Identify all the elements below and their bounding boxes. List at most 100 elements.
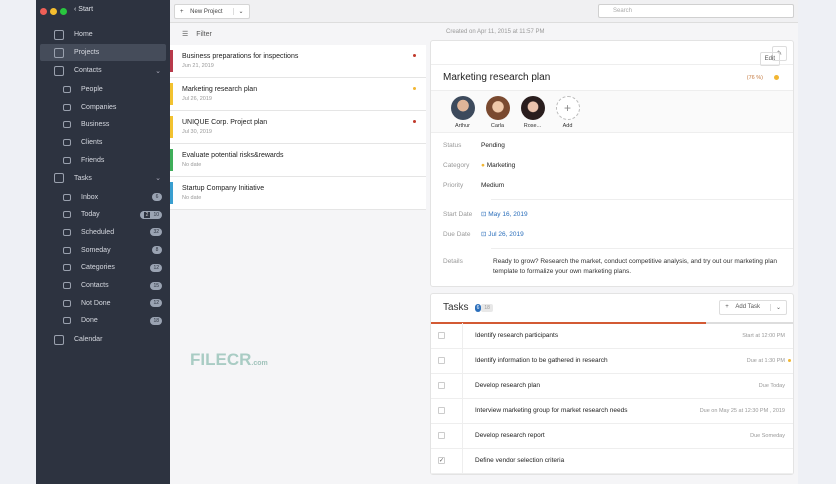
person-arthur[interactable]: Arthur [445,96,480,132]
chevron-down-icon[interactable]: ⌄ [769,303,786,311]
task-row[interactable]: Develop research report Due Someday [431,423,793,449]
priority-value[interactable]: Medium [481,182,504,189]
priority-dot [413,54,416,57]
task-checkbox[interactable] [438,432,445,440]
close-button[interactable] [40,8,47,15]
count-badge: 18 [150,316,162,325]
sidebar-item-categories[interactable]: Categories 12 [36,259,170,276]
edit-button[interactable]: ✎ Edit [759,46,787,66]
zoom-button[interactable] [60,8,67,15]
sidebar-item-label: Contacts [74,67,102,74]
start-date[interactable]: ⊡ May 16, 2019 [481,210,528,218]
sidebar-item-label: Scheduled [81,228,115,236]
count-badge: 15 [150,281,162,290]
project-item[interactable]: Startup Company Initiative No date [170,177,426,210]
task-name: Develop research plan [462,373,793,399]
sidebar-item-scheduled[interactable]: Scheduled 32 [36,224,170,241]
status-value[interactable]: Pending [481,142,505,149]
task-checkbox[interactable] [438,357,445,365]
calendar-icon: ⊡ [481,231,487,238]
task-checkbox[interactable] [438,382,445,390]
sidebar-item-label: Today [81,211,100,219]
add-person-button[interactable]: + Add [550,96,585,132]
add-task-button[interactable]: + Add Task ⌄ [719,299,787,315]
task-checkbox[interactable] [438,407,445,415]
people-icon [63,86,71,93]
sidebar-item-today[interactable]: Today 2 10 [36,206,170,223]
done-icon [63,317,71,325]
sidebar-item-inbox[interactable]: Inbox 6 [36,189,170,206]
task-row[interactable]: Identify research participants Start at 1… [431,323,793,349]
task-row[interactable]: ✓ Define vendor selection criteria [431,448,793,474]
filter-button[interactable]: ☰ Filter [170,23,426,45]
new-project-button[interactable]: + New Project ⌄ [174,4,250,19]
sidebar-item-label: Inbox [81,193,99,201]
color-bar [170,182,173,204]
tasks-icon [54,173,64,183]
task-name: Define vendor selection criteria [462,448,793,474]
sidebar-item-label: People [81,86,103,93]
scheduled-icon [63,228,71,236]
sidebar-item-done[interactable]: Done 18 [36,312,170,329]
sidebar-item-calendar[interactable]: Calendar [36,331,170,348]
sidebar-item-contacts[interactable]: Contacts ⌄ [36,62,170,79]
sidebar-item-clients[interactable]: Clients [36,134,170,151]
project-item[interactable]: UNIQUE Corp. Project plan Jul 30, 2019 [170,111,426,144]
sidebar-item-label: Projects [74,49,100,56]
priority-dot [413,120,416,123]
clients-icon [63,139,71,147]
task-due: Due at 1:30 PM [746,357,785,364]
task-row[interactable]: Develop research plan Due Today [431,373,793,399]
project-title: Business preparations for inspections [182,53,299,60]
friends-icon [63,156,71,164]
today-icon [63,211,71,219]
chevron-down-icon[interactable]: ⌄ [155,174,161,182]
chevron-down-icon[interactable]: ⌄ [232,8,249,15]
project-title: Marketing research plan [443,72,551,83]
search-input[interactable]: Search [598,4,794,18]
sidebar-item-business[interactable]: Business [36,116,170,133]
task-name: Develop research report [462,423,793,449]
companies-icon [63,103,71,111]
chevron-down-icon[interactable]: ⌄ [155,67,161,75]
sidebar-item-label: Not Done [81,299,111,307]
project-item[interactable]: Evaluate potential risks&rewards No date [170,144,426,177]
category-value[interactable]: ● Marketing [481,162,515,169]
task-row[interactable]: Identify information to be gathered in r… [431,348,793,374]
contacts-icon [63,282,71,289]
sidebar-item-label: Tasks [74,174,92,182]
project-item[interactable]: Business preparations for inspections Jun… [170,45,426,78]
sidebar-item-label: Done [81,317,98,325]
sidebar-item-people[interactable]: People [36,81,170,98]
count-badge: 2 10 [139,210,162,219]
task-due: Due on May 25 at 12:30 PM , 2019 [699,407,785,414]
project-item[interactable]: Marketing research plan Jul 26, 2019 [170,78,426,111]
task-checkbox[interactable]: ✓ [438,457,445,465]
project-title: Marketing research plan [182,86,258,93]
color-bar [170,149,173,171]
not-done-icon [63,299,71,307]
sidebar-item-someday[interactable]: Someday 8 [36,242,170,259]
sidebar: ‹ Start Home Projects Contacts ⌄ People Compa… [36,0,170,484]
person-rose[interactable]: Rose... [515,96,550,132]
sidebar-item-home[interactable]: Home [36,26,170,43]
sidebar-item-friends[interactable]: Friends [36,152,170,169]
task-checkbox[interactable] [438,332,445,340]
sidebar-item-not-done[interactable]: Not Done 12 [36,295,170,312]
back-button[interactable]: ‹ Start [74,6,93,13]
due-date[interactable]: ⊡ Jul 26, 2019 [481,230,524,238]
person-carla[interactable]: Carla [480,96,515,132]
sidebar-item-label: Home [74,31,93,38]
toolbar: + New Project ⌄ Search [170,0,798,23]
sidebar-item-label: Someday [81,246,111,254]
sidebar-item-companies[interactable]: Companies [36,99,170,116]
project-detail: Created on Apr 11, 2015 at 11:57 PM ✎ Ed… [430,23,794,475]
minimize-button[interactable] [50,8,57,15]
details-text: Ready to grow? Research the market, cond… [493,258,777,276]
sidebar-item-projects[interactable]: Projects [40,44,166,61]
sidebar-item-tasks[interactable]: Tasks ⌄ [36,170,170,187]
sidebar-item-label: Calendar [74,336,103,344]
sidebar-item-label: Clients [81,139,103,147]
task-row[interactable]: Interview marketing group for market res… [431,398,793,424]
sidebar-item-contacts[interactable]: Contacts 15 [36,277,170,294]
